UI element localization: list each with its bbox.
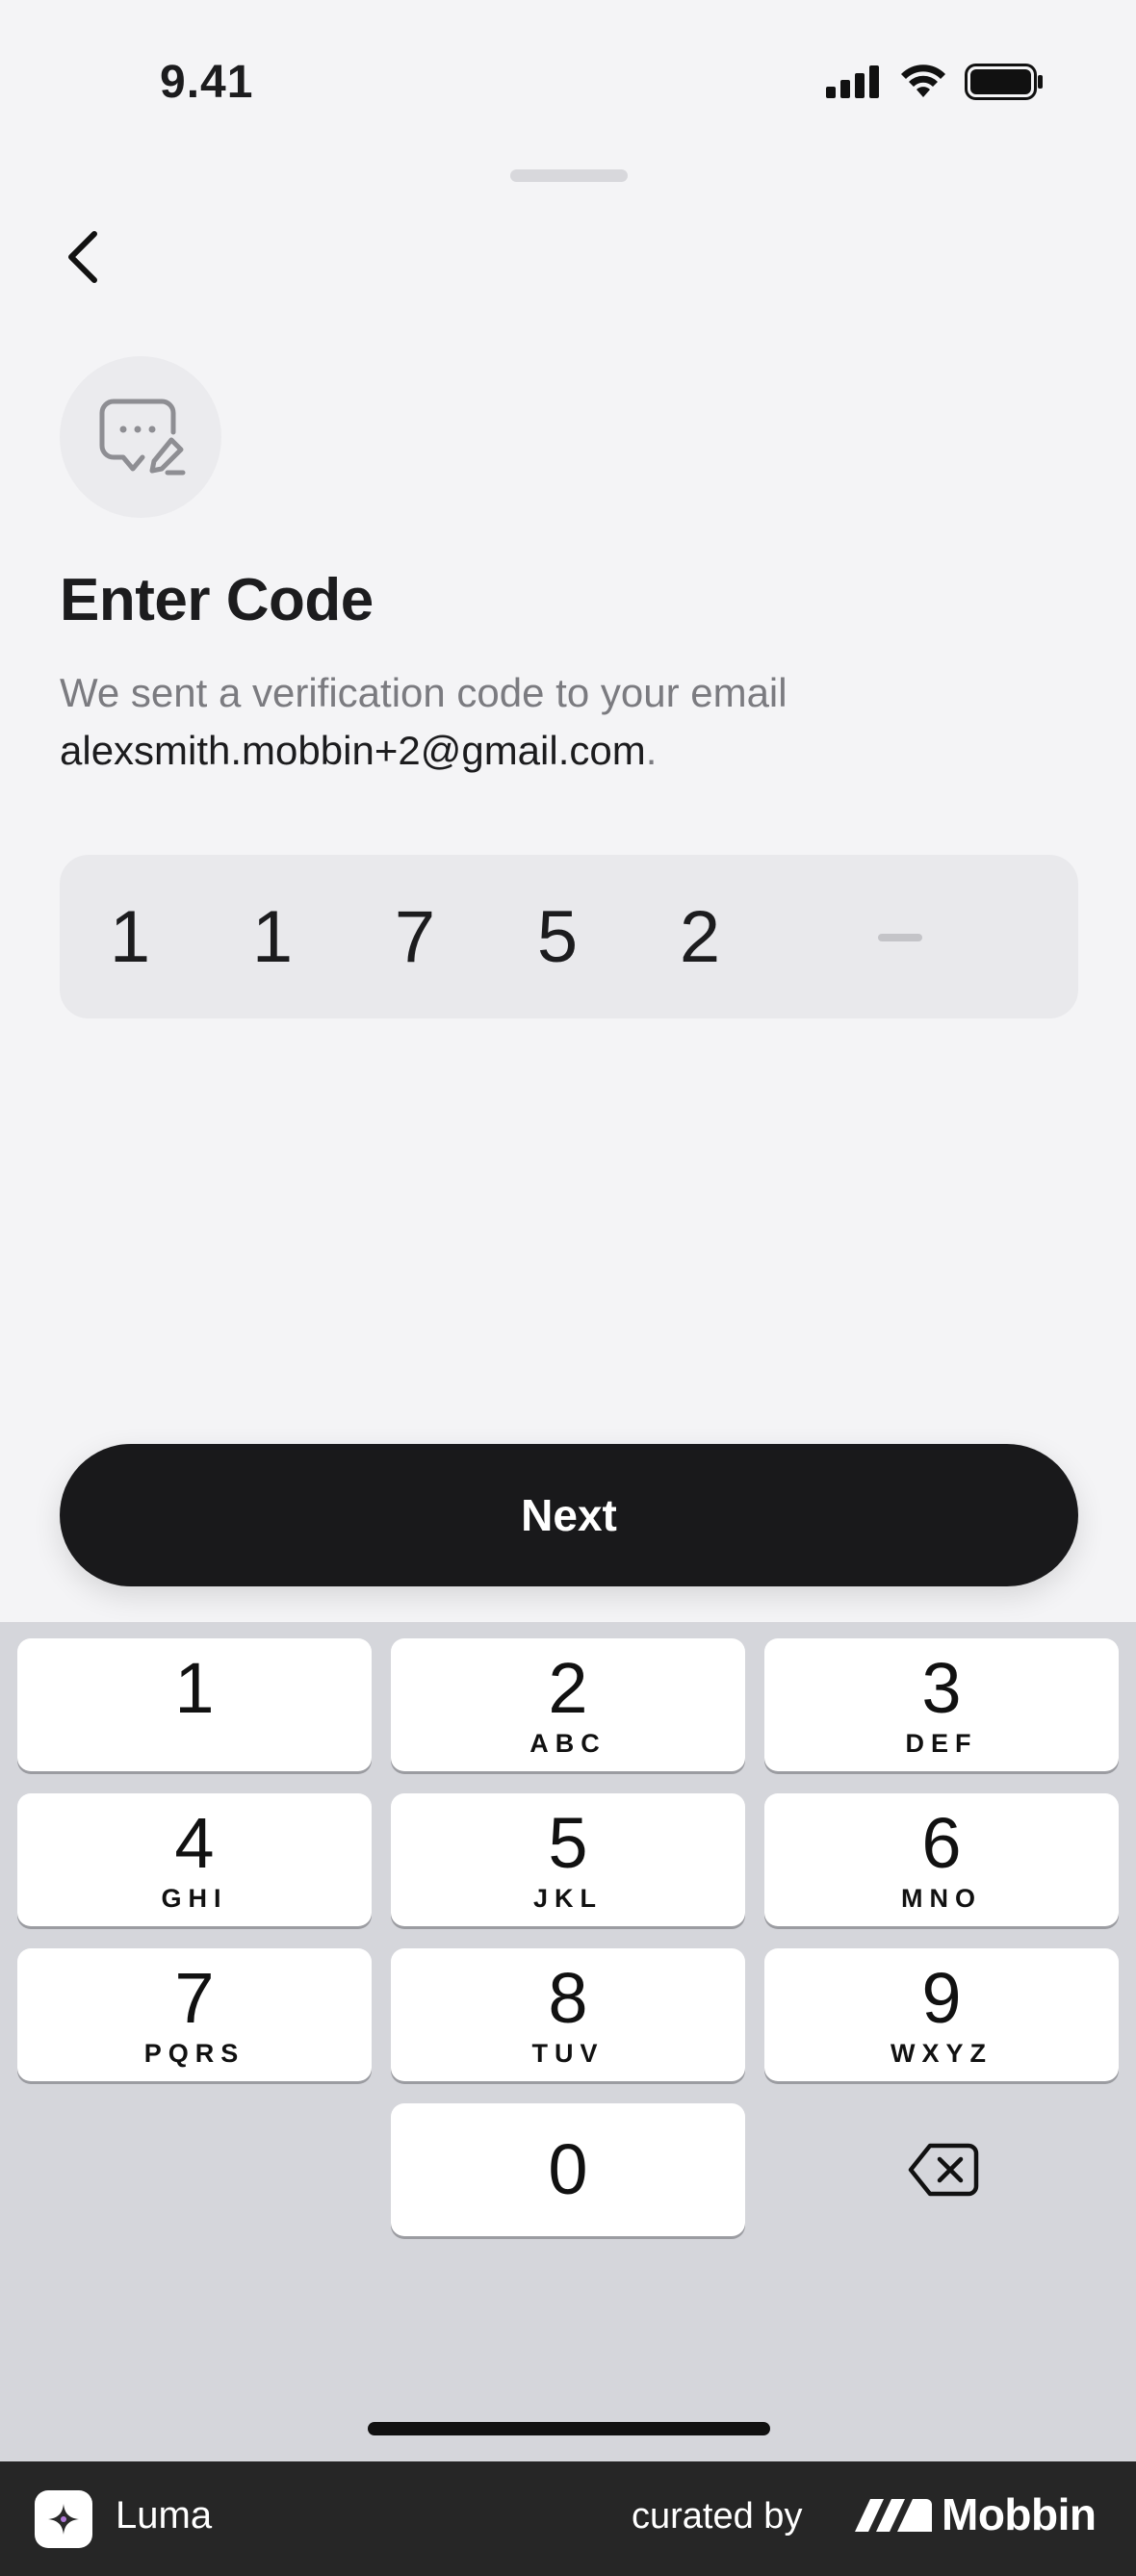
- sparkle-icon: [48, 2504, 79, 2535]
- delete-key[interactable]: [766, 2103, 1121, 2236]
- key-number: 4: [174, 1803, 215, 1883]
- page-title: Enter Code: [60, 567, 374, 633]
- mobbin-brand: Mobbin: [853, 2488, 1097, 2540]
- key-6[interactable]: 6 MNO: [764, 1793, 1119, 1926]
- status-icons: [826, 64, 1044, 100]
- footer-app-name: Luma: [116, 2494, 213, 2537]
- key-letters: MNO: [901, 1884, 982, 1913]
- backspace-icon: [908, 2143, 979, 2197]
- illustration-badge: [60, 356, 221, 518]
- key-0[interactable]: 0: [391, 2103, 745, 2236]
- footer-brand-name: Mobbin: [942, 2489, 1097, 2539]
- key-number: 7: [174, 1958, 215, 2038]
- mobbin-logo-icon: [855, 2499, 932, 2532]
- code-input[interactable]: 1 1 7 5 2: [60, 855, 1078, 1018]
- key-letters: TUV: [531, 2039, 605, 2068]
- next-button[interactable]: Next: [60, 1444, 1078, 1586]
- code-digit: 1: [109, 895, 151, 978]
- email-address: alexsmith.mobbin+2@gmail.com: [60, 728, 646, 773]
- luma-logo: [35, 2490, 92, 2548]
- sheet-handle[interactable]: [510, 169, 628, 182]
- key-number: 8: [548, 1958, 588, 2038]
- code-digit: 1: [251, 895, 294, 978]
- key-number: 2: [548, 1648, 588, 1728]
- key-2[interactable]: 2 ABC: [391, 1638, 745, 1771]
- key-9[interactable]: 9 WXYZ: [764, 1948, 1119, 2081]
- code-digit: 7: [394, 895, 436, 978]
- status-time: 9.41: [160, 57, 254, 108]
- key-3[interactable]: 3 DEF: [764, 1638, 1119, 1771]
- footer-curated-by: curated by: [632, 2496, 803, 2537]
- signal-icon: [826, 65, 879, 98]
- key-letters: JKL: [532, 1884, 603, 1913]
- status-bar: 9.41: [0, 0, 1136, 144]
- key-letters: PQRS: [143, 2039, 245, 2068]
- back-button[interactable]: [54, 223, 112, 291]
- message-edit-icon: [99, 399, 186, 476]
- footer-bar: Luma curated by Mobbin: [0, 2461, 1136, 2576]
- key-number: 1: [174, 1648, 215, 1728]
- key-letters: ABC: [529, 1729, 607, 1758]
- key-number: 5: [548, 1803, 588, 1883]
- email-line: alexsmith.mobbin+2@gmail.com.: [60, 722, 657, 780]
- key-number: 6: [921, 1803, 962, 1883]
- key-5[interactable]: 5 JKL: [391, 1793, 745, 1926]
- subtitle: We sent a verification code to your emai…: [60, 670, 787, 715]
- code-empty-slot: [878, 934, 922, 941]
- key-number: 0: [548, 2129, 588, 2209]
- battery-icon: [965, 64, 1043, 100]
- key-8[interactable]: 8 TUV: [391, 1948, 745, 2081]
- code-digit: 2: [679, 895, 721, 978]
- key-letters: WXYZ: [891, 2039, 993, 2068]
- key-1[interactable]: 1: [17, 1638, 372, 1771]
- key-letters: GHI: [161, 1884, 228, 1913]
- code-digit: 5: [536, 895, 579, 978]
- email-suffix: .: [645, 728, 658, 773]
- chevron-left-icon: [68, 231, 97, 283]
- key-number: 9: [921, 1958, 962, 2038]
- key-number: 3: [921, 1648, 962, 1728]
- key-7[interactable]: 7 PQRS: [17, 1948, 372, 2081]
- wifi-icon: [901, 64, 945, 97]
- key-4[interactable]: 4 GHI: [17, 1793, 372, 1926]
- home-indicator: [368, 2422, 770, 2435]
- key-letters: DEF: [905, 1729, 978, 1758]
